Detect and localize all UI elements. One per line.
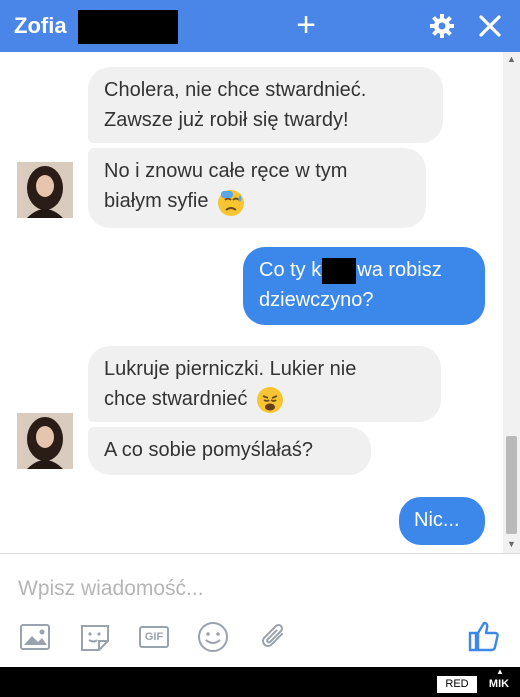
- message-bubble: A co sobie pomyślałaś?: [88, 427, 371, 475]
- message-list: Cholera, nie chce stwardnieć. Zawsze już…: [0, 52, 520, 553]
- message-text: Co ty k: [259, 259, 322, 281]
- scrollbar[interactable]: ▲ ▼: [503, 52, 520, 553]
- redaction-block: [322, 257, 357, 284]
- watermark-red: RED: [437, 676, 477, 693]
- message-text: Lukruje pierniczki. Lukier nie: [104, 358, 357, 380]
- plus-icon[interactable]: +: [293, 8, 319, 42]
- watermark-bar: RED MIK ▲: [0, 667, 520, 697]
- message-text: A co sobie pomyślałaś?: [104, 439, 314, 461]
- composer: GIF: [0, 553, 520, 667]
- sticker-icon[interactable]: [78, 620, 112, 654]
- message-bubble: Cholera, nie chce stwardnieć. Zawsze już…: [88, 67, 443, 143]
- message-text: Zawsze już robił się twardy!: [104, 109, 349, 131]
- scrollbar-thumb[interactable]: [506, 436, 517, 534]
- message-bubble: No i znowu całe ręce w tym białym syfie: [88, 148, 426, 228]
- gif-label: GIF: [139, 626, 169, 648]
- message-text: wa robisz: [357, 259, 442, 281]
- message-text: Cholera, nie chce stwardnieć.: [104, 79, 367, 101]
- avatar-photo: [17, 162, 73, 218]
- attachment-icon[interactable]: [256, 620, 290, 654]
- close-icon[interactable]: [476, 12, 504, 40]
- sweat-face-icon: [218, 189, 245, 216]
- weary-face-icon: [256, 386, 283, 413]
- message-bubble: Lukruje pierniczki. Lukier nie chce stwa…: [88, 346, 441, 422]
- scroll-up-arrow-icon[interactable]: ▲: [503, 54, 520, 66]
- message-input[interactable]: [18, 574, 418, 604]
- chat-header: Zofia +: [0, 0, 520, 52]
- avatar[interactable]: [17, 413, 73, 469]
- emoji-icon[interactable]: [196, 620, 230, 654]
- message-text: chce stwardnieć: [104, 388, 248, 410]
- gear-icon[interactable]: [428, 12, 456, 40]
- gif-icon[interactable]: GIF: [137, 620, 171, 654]
- contact-name[interactable]: Zofia: [14, 13, 67, 39]
- message-line: chce stwardnieć: [104, 384, 425, 415]
- photo-icon[interactable]: [18, 620, 52, 654]
- watermark-mik: MIK: [488, 678, 510, 690]
- message-line: białym syfie: [104, 186, 410, 217]
- message-text: No i znowu całe ręce w tym: [104, 160, 348, 182]
- message-text: dziewczyno?: [259, 289, 374, 311]
- avatar-photo: [17, 413, 73, 469]
- message-text: białym syfie: [104, 190, 209, 212]
- avatar[interactable]: [17, 162, 73, 218]
- thumbs-up-icon[interactable]: [466, 618, 502, 654]
- message-text: Nic...: [414, 509, 460, 531]
- message-line: Co ty k wa robisz: [259, 255, 469, 285]
- redacted-surname: [78, 10, 178, 44]
- message-bubble: Nic...: [399, 497, 485, 545]
- message-bubble: Co ty k wa robisz dziewczyno?: [243, 247, 485, 325]
- watermark-dot-icon: ▲: [496, 667, 504, 676]
- scroll-down-arrow-icon[interactable]: ▼: [503, 539, 520, 551]
